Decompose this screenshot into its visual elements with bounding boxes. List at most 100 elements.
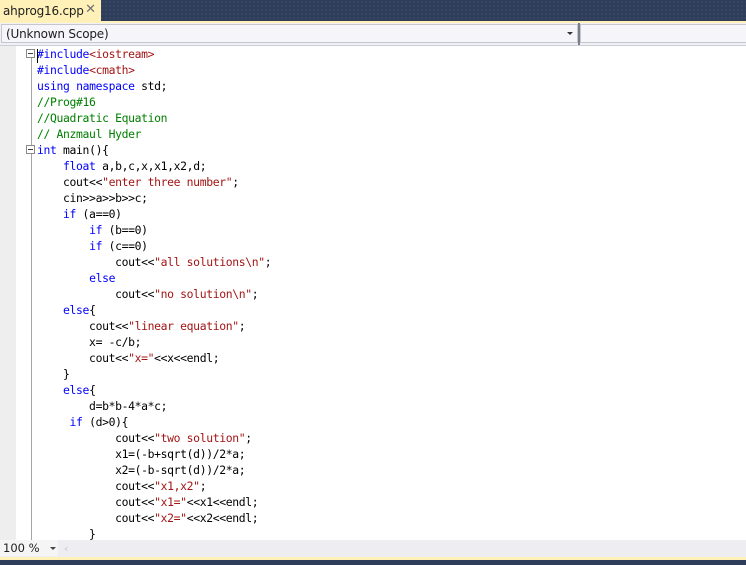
- code-token: "x=": [128, 351, 155, 365]
- code-token: x1=(-b+sqrt(d))/2*a;: [37, 447, 246, 461]
- code-line[interactable]: #include<iostream>: [37, 46, 271, 62]
- code-token: cout<<: [37, 495, 155, 509]
- code-token: // Anzmaul Hyder: [37, 127, 142, 141]
- code-line[interactable]: else{: [37, 302, 271, 318]
- member-dropdown[interactable]: [580, 24, 746, 43]
- code-token: if: [63, 207, 77, 221]
- code-line[interactable]: //Prog#16: [37, 94, 271, 110]
- code-token: cout<<: [37, 255, 155, 269]
- code-line[interactable]: }: [37, 526, 271, 540]
- code-token: int: [37, 143, 57, 157]
- code-line[interactable]: cout<<"x="<<x<<endl;: [37, 350, 271, 366]
- code-token: <iostream>: [89, 47, 155, 61]
- collapse-icon[interactable]: [26, 49, 35, 58]
- code-token: "two solution": [154, 431, 246, 445]
- code-line[interactable]: else{: [37, 382, 271, 398]
- code-token: using: [37, 79, 70, 93]
- scope-dropdown-value: (Unknown Scope): [6, 27, 109, 41]
- code-line[interactable]: }: [37, 366, 271, 382]
- code-token: if: [89, 239, 103, 253]
- code-line[interactable]: else: [37, 270, 271, 286]
- ide-status-strip: [0, 560, 746, 565]
- code-token: x= -c/b;: [37, 335, 142, 349]
- outline-guide: [31, 54, 32, 540]
- code-token: cout<<: [37, 479, 155, 493]
- zoom-dropdown[interactable]: 100 %: [0, 540, 58, 556]
- code-line[interactable]: if (b==0): [37, 222, 271, 238]
- code-token: cout<<: [37, 351, 129, 365]
- chevron-down-icon[interactable]: [567, 32, 573, 35]
- code-token: if: [89, 223, 103, 237]
- code-token: cout<<: [37, 511, 155, 525]
- code-token: main(){: [56, 143, 109, 157]
- code-token: ;: [232, 175, 239, 189]
- code-line[interactable]: // Anzmaul Hyder: [37, 126, 271, 142]
- code-line[interactable]: using namespace std;: [37, 78, 271, 94]
- code-token: (b==0): [102, 223, 148, 237]
- scroll-left-icon[interactable]: ‹: [64, 542, 68, 555]
- code-token: namespace: [76, 79, 135, 93]
- code-token: cin>>a>>b>>c;: [37, 191, 148, 205]
- code-line[interactable]: cout<<"x1="<<x1<<endl;: [37, 494, 271, 510]
- code-line[interactable]: if (d>0){: [37, 414, 271, 430]
- code-token: #include: [37, 47, 90, 61]
- code-token: float: [63, 159, 96, 173]
- tab-title: ahprog16.cpp: [3, 3, 84, 18]
- code-token: (a==0): [76, 207, 122, 221]
- code-token: (d>0){: [82, 415, 129, 429]
- code-line[interactable]: int main(){: [37, 142, 271, 158]
- code-line[interactable]: x1=(-b+sqrt(d))/2*a;: [37, 446, 271, 462]
- code-line[interactable]: //Quadratic Equation: [37, 110, 271, 126]
- code-token: "all solutions\n": [154, 255, 265, 269]
- code-token: ;: [264, 255, 272, 269]
- code-token: else: [89, 271, 116, 285]
- code-line[interactable]: x2=(-b-sqrt(d))/2*a;: [37, 462, 271, 478]
- code-line[interactable]: if (a==0): [37, 206, 271, 222]
- code-lines[interactable]: #include<iostream> #include<cmath> using n…: [37, 46, 272, 540]
- tab-ahprog16-cpp[interactable]: ahprog16.cpp ✕: [0, 0, 101, 21]
- code-line[interactable]: cout<<"two solution";: [37, 430, 271, 446]
- scope-dropdown[interactable]: (Unknown Scope): [1, 24, 578, 43]
- code-line[interactable]: float a,b,c,x,x1,x2,d;: [37, 158, 271, 174]
- code-token: "x2=": [154, 511, 187, 525]
- code-token: cout<<: [37, 431, 155, 445]
- code-line[interactable]: cout<<"x2="<<x2<<endl;: [37, 510, 271, 526]
- code-token: cout<<: [37, 319, 129, 333]
- code-token: <<x<<endl;: [154, 351, 220, 365]
- code-token: d=b*b-4*a*c;: [37, 399, 168, 413]
- code-token: ;: [245, 431, 252, 445]
- collapse-icon[interactable]: [26, 145, 35, 154]
- code-line[interactable]: #include<cmath>: [37, 62, 271, 78]
- code-token: <<x1<<endl;: [186, 495, 259, 509]
- code-token: "no solution\n": [154, 287, 252, 301]
- code-token: {: [89, 303, 96, 317]
- code-line[interactable]: cout<<"linear equation";: [37, 318, 271, 334]
- code-token: "x1,x2": [154, 479, 200, 493]
- code-line[interactable]: x= -c/b;: [37, 334, 271, 350]
- chevron-down-icon[interactable]: [50, 547, 56, 550]
- code-editor[interactable]: #include<iostream> #include<cmath> using n…: [0, 46, 746, 540]
- code-token: <cmath>: [89, 63, 135, 77]
- code-line[interactable]: cin>>a>>b>>c;: [37, 190, 271, 206]
- code-token: std;: [134, 79, 168, 93]
- code-token: else: [63, 383, 90, 397]
- code-line[interactable]: cout<<"enter three number";: [37, 174, 271, 190]
- code-line[interactable]: if (c==0): [37, 238, 271, 254]
- code-token: <<x2<<endl;: [186, 511, 259, 525]
- code-line[interactable]: d=b*b-4*a*c;: [37, 398, 271, 414]
- close-icon[interactable]: ✕: [85, 2, 96, 17]
- code-line[interactable]: cout<<"no solution\n";: [37, 286, 271, 302]
- code-line[interactable]: cout<<"x1,x2";: [37, 478, 271, 494]
- code-token: if: [69, 415, 83, 429]
- code-line[interactable]: cout<<"all solutions\n";: [37, 254, 272, 270]
- code-token: cout<<: [37, 287, 155, 301]
- indicator-margin[interactable]: [0, 46, 16, 540]
- code-token: ;: [251, 287, 259, 301]
